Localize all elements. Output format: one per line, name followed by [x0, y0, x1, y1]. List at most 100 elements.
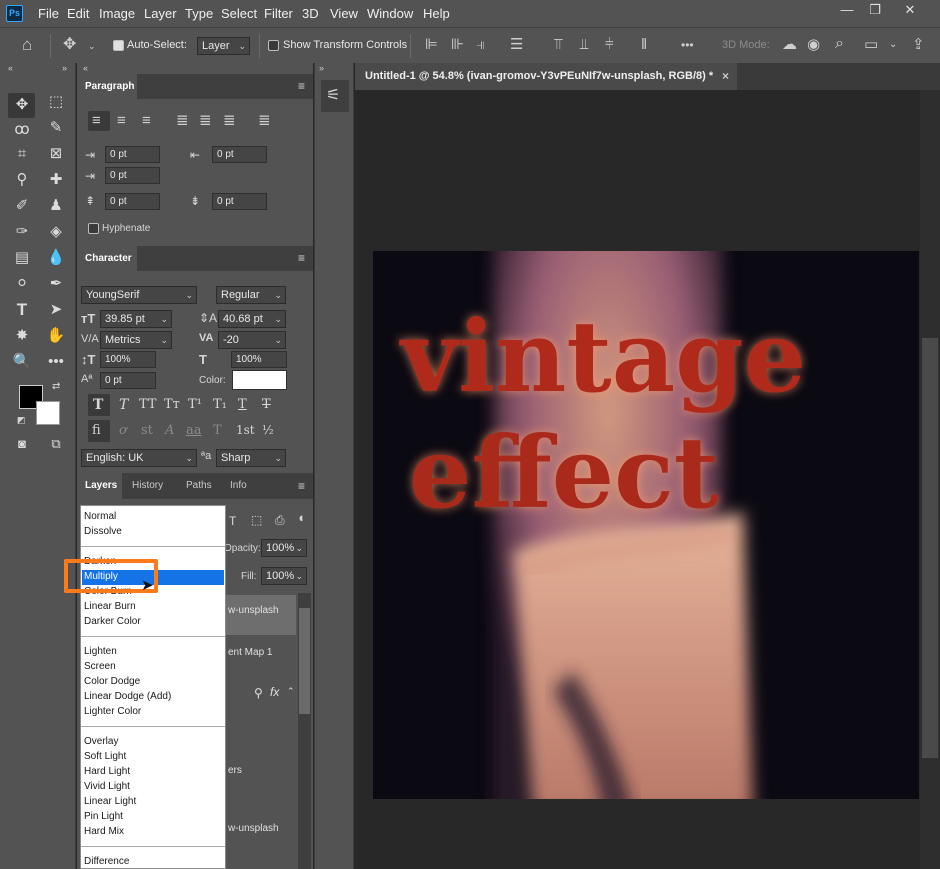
menu-help[interactable]: Help — [423, 6, 450, 21]
filter-type-icon[interactable]: T — [229, 514, 236, 528]
align-right-icon[interactable]: ⫣ — [476, 37, 485, 53]
space-after-field[interactable]: 0 pt — [212, 193, 267, 210]
justify-left-icon[interactable]: ≣ — [176, 113, 189, 129]
faux-italic-button[interactable]: T — [119, 397, 128, 413]
old-style-button[interactable]: ơ — [119, 423, 127, 438]
blend-color-dodge[interactable]: Color Dodge — [84, 675, 140, 689]
ligatures-button[interactable]: fi — [92, 423, 101, 438]
superscript-button[interactable]: T¹ — [188, 397, 202, 412]
tracking-field[interactable]: -20 ⌄ — [218, 331, 286, 349]
align-center-icon[interactable]: ≡ — [117, 113, 126, 129]
menu-image[interactable]: Image — [99, 6, 135, 21]
font-family-dropdown[interactable]: YoungSerif ⌄ — [81, 286, 197, 304]
auto-select-checkbox[interactable] — [113, 40, 124, 51]
3d-roll-icon[interactable]: ◉ — [807, 37, 820, 53]
expand-icon[interactable]: » — [62, 63, 67, 73]
document-image[interactable]: vintage vintage effect effect — [373, 251, 919, 799]
leading-field[interactable]: 40.68 pt ⌄ — [218, 310, 286, 328]
panel-menu-icon[interactable]: ≡ — [298, 479, 305, 493]
blend-lighten[interactable]: Lighten — [84, 645, 117, 659]
move-tool-icon[interactable]: ✥ — [11, 94, 33, 116]
swap-colors-icon[interactable]: ⇄ — [52, 381, 60, 392]
brush-tool-icon[interactable]: ✐ — [11, 195, 33, 217]
opacity-field[interactable]: 100% ⌄ — [261, 539, 307, 557]
show-transform-checkbox[interactable] — [268, 40, 279, 51]
indent-right-field[interactable]: 0 pt — [212, 146, 267, 163]
home-icon[interactable]: ⌂ — [22, 36, 32, 53]
close-tab-icon[interactable]: × — [722, 63, 729, 90]
blend-linear-light[interactable]: Linear Light — [84, 795, 136, 809]
canvas-scroll-thumb[interactable] — [922, 338, 938, 758]
subscript-button[interactable]: T₁ — [213, 397, 227, 412]
ordinals-button[interactable]: 1st — [236, 423, 255, 437]
font-style-dropdown[interactable]: Regular ⌄ — [216, 286, 286, 304]
blend-pin-light[interactable]: Pin Light — [84, 810, 123, 824]
zoom-tool-icon[interactable]: 🔍 — [11, 351, 33, 373]
shape-tool-icon[interactable]: ✸ — [11, 325, 33, 347]
layers-tab[interactable]: Layers — [77, 473, 122, 499]
move-tool-icon[interactable]: ✥ — [63, 37, 76, 53]
strikethrough-button[interactable]: T — [262, 397, 271, 412]
more-icon[interactable]: ••• — [681, 37, 694, 53]
default-colors-icon[interactable]: ◩ — [17, 415, 26, 426]
menu-filter[interactable]: Filter — [264, 6, 293, 21]
justify-center-icon[interactable]: ≣ — [199, 113, 212, 129]
chevron-down-icon[interactable]: ⌄ — [88, 38, 96, 54]
filter-shape-icon[interactable]: ⬚ — [251, 513, 262, 527]
more-tools-icon[interactable]: ••• — [45, 351, 67, 373]
align-bottom-icon[interactable]: ⫩ — [605, 37, 614, 53]
baseline-shift-field[interactable]: 0 pt — [100, 372, 156, 389]
underline-button[interactable]: T — [238, 397, 247, 412]
small-caps-button[interactable]: Tт — [164, 397, 180, 412]
history-tab[interactable]: History — [132, 480, 163, 491]
align-left-icon[interactable]: ≡ — [92, 113, 101, 129]
kerning-dropdown[interactable]: Metrics ⌄ — [100, 331, 172, 349]
indent-left-field[interactable]: 0 pt — [105, 146, 160, 163]
menu-type[interactable]: Type — [185, 6, 213, 21]
quick-mask-icon[interactable]: ◙ — [11, 433, 33, 455]
menu-3d[interactable]: 3D — [302, 6, 319, 21]
path-select-icon[interactable]: ➤ — [45, 299, 67, 321]
blur-tool-icon[interactable]: 💧 — [45, 247, 67, 269]
auto-select-dropdown[interactable]: Layer ⌄ — [197, 37, 250, 55]
blend-linear-dodge[interactable]: Linear Dodge (Add) — [84, 690, 171, 704]
blend-lighter-color[interactable]: Lighter Color — [84, 705, 141, 719]
vertical-scale-field[interactable]: 100% — [100, 351, 156, 368]
indent-first-field[interactable]: 0 pt — [105, 167, 160, 184]
all-caps-button[interactable]: TT — [139, 397, 157, 412]
chevron-down-icon[interactable]: ⌄ — [889, 37, 897, 53]
lasso-tool-icon[interactable]: ꝏ — [11, 119, 33, 141]
filter-toggle-icon[interactable]: ◖ — [297, 510, 305, 525]
dodge-tool-icon[interactable]: ⚪ — [11, 273, 33, 295]
horizontal-scale-field[interactable]: 100% — [231, 351, 287, 368]
justify-right-icon[interactable]: ≣ — [223, 113, 236, 129]
stamp-tool-icon[interactable]: ♟ — [45, 195, 67, 217]
blend-linear-burn[interactable]: Linear Burn — [84, 600, 136, 614]
blend-difference[interactable]: Difference — [84, 855, 129, 869]
collapse-icon[interactable]: « — [8, 63, 13, 73]
filter-smart-icon[interactable]: ⎙ — [275, 513, 285, 528]
fractions-button[interactable]: ½ — [262, 423, 274, 437]
chevron-up-icon[interactable]: ⌃ — [287, 686, 295, 697]
layer-row[interactable]: ers — [226, 755, 296, 795]
background-color-swatch[interactable] — [36, 401, 60, 425]
eraser-tool-icon[interactable]: ◈ — [45, 221, 67, 243]
close-window-button[interactable]: ✕ — [893, 0, 927, 20]
restore-button[interactable]: ❐ — [858, 0, 892, 20]
blend-hard-mix[interactable]: Hard Mix — [84, 825, 124, 839]
hyphenate-checkbox[interactable] — [88, 223, 99, 234]
align-top-icon[interactable]: ⫪ — [554, 37, 562, 53]
blend-screen[interactable]: Screen — [84, 660, 116, 674]
align-left-icon[interactable]: ⊫ — [425, 37, 438, 53]
blend-dissolve[interactable]: Dissolve — [84, 525, 122, 539]
titling-alternates-button[interactable]: T — [213, 423, 222, 438]
marquee-tool-icon[interactable]: ⬚ — [45, 91, 67, 113]
paragraph-tab[interactable]: Paragraph — [77, 74, 137, 99]
hand-tool-icon[interactable]: ✋ — [45, 325, 67, 347]
text-color-swatch[interactable] — [232, 370, 287, 390]
blend-vivid-light[interactable]: Vivid Light — [84, 780, 130, 794]
healing-tool-icon[interactable]: ✚ — [45, 169, 67, 191]
layer-row[interactable]: w-unsplash — [226, 595, 296, 635]
3d-orbit-icon[interactable]: ☁ — [782, 37, 797, 53]
eyedropper-tool-icon[interactable]: ⚲ — [11, 169, 33, 191]
